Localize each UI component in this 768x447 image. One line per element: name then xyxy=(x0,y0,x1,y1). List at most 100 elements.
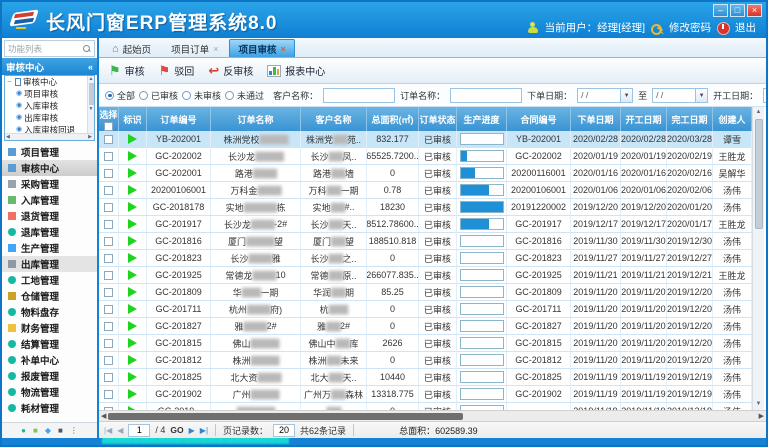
report-center-button[interactable]: 报表中心 xyxy=(267,63,325,78)
sidebar-module-2[interactable]: 采购管理 xyxy=(2,176,97,192)
table-row[interactable]: GC-201825北大资█████北大███天..10440已审核GC-2018… xyxy=(99,369,752,386)
sidebar-module-4[interactable]: 退货管理 xyxy=(2,208,97,224)
filter-radio-未通过[interactable]: 未通过 xyxy=(225,89,264,102)
prev-page-button[interactable]: ◀ xyxy=(117,426,123,435)
table-row[interactable]: GC-201809华████一期华润███期85.25已审核GC-2018092… xyxy=(99,284,752,301)
sidebar-module-16[interactable]: 耗材管理 xyxy=(2,400,97,416)
table-row[interactable]: GC-201812株洲██████株洲███未来0已审核GC-201812201… xyxy=(99,352,752,369)
table-row[interactable]: GC-201917长沙龙█████-2#长沙███天..8512.78600..… xyxy=(99,216,752,233)
scroll-right-icon[interactable]: ▶ xyxy=(759,412,764,420)
table-row[interactable]: GC-201925常德龙█████10常德███原..266077.835..已… xyxy=(99,267,752,284)
row-checkbox[interactable] xyxy=(104,288,113,297)
reject-button[interactable]: ⚑驳回 xyxy=(159,63,195,78)
go-button[interactable]: GO xyxy=(170,425,183,435)
table-row[interactable]: GC-201823长沙█████雅长沙███之..0已审核GC-20182320… xyxy=(99,250,752,267)
unapprove-button[interactable]: ↩反审核 xyxy=(208,63,253,78)
column-header-5[interactable]: 总面积(㎡) xyxy=(367,107,419,131)
column-header-10[interactable]: 开工日期 xyxy=(621,107,667,131)
row-checkbox[interactable] xyxy=(104,254,113,263)
vertical-scrollbar[interactable]: ▲ ▼ xyxy=(752,107,764,410)
first-page-button[interactable]: |◀ xyxy=(104,426,112,435)
cart-icon[interactable]: ■ xyxy=(33,427,38,435)
column-header-4[interactable]: 客户名称 xyxy=(301,107,367,131)
table-row[interactable]: GC-2019..███████████0已审核2019/11/192019/1… xyxy=(99,403,752,410)
row-checkbox[interactable] xyxy=(104,152,113,161)
dot-icon[interactable]: ● xyxy=(21,427,26,435)
table-row[interactable]: GC-201827雅█████2#雅███2#0已审核GC-2018272019… xyxy=(99,318,752,335)
order-date-to-input[interactable]: / / xyxy=(652,88,696,103)
filter-radio-已审核[interactable]: 已审核 xyxy=(139,89,178,102)
tree-vertical-scrollbar[interactable]: ▲▼ xyxy=(87,76,94,140)
scrollbar-thumb[interactable] xyxy=(755,119,763,229)
radio-icon[interactable] xyxy=(105,91,114,100)
column-header-7[interactable]: 生产进度 xyxy=(457,107,507,131)
book-icon[interactable]: ■ xyxy=(58,427,63,435)
hscrollbar-thumb[interactable] xyxy=(108,413,463,420)
more-icon[interactable]: ⋮ xyxy=(70,427,78,435)
chevron-down-icon[interactable]: ▼ xyxy=(696,88,708,103)
sidebar-module-5[interactable]: 退库管理 xyxy=(2,224,97,240)
logout-link[interactable]: 退出 xyxy=(735,20,756,35)
tree-item-1[interactable]: ◉入库审核 xyxy=(5,100,94,112)
order-date-from-input[interactable]: / / xyxy=(577,88,621,103)
sidebar-module-6[interactable]: 生产管理 xyxy=(2,240,97,256)
row-checkbox[interactable] xyxy=(104,135,113,144)
tree-expand-icon[interactable]: − xyxy=(7,76,13,88)
tree-root[interactable]: − 审核中心 xyxy=(5,76,94,88)
customer-name-input[interactable] xyxy=(323,88,395,103)
sidebar-module-3[interactable]: 入库管理 xyxy=(2,192,97,208)
table-row[interactable]: GC-201816厦门██████望厦门███望188510.818已审核GC-… xyxy=(99,233,752,250)
column-header-6[interactable]: 订单状态 xyxy=(419,107,457,131)
horizontal-scrollbar[interactable]: ◀ ▶ xyxy=(99,410,766,421)
last-page-button[interactable]: ▶| xyxy=(200,426,208,435)
close-button[interactable]: × xyxy=(747,4,762,17)
row-checkbox[interactable] xyxy=(104,356,113,365)
sidebar-module-12[interactable]: 结算管理 xyxy=(2,336,97,352)
table-row[interactable]: GC-201815佛山██████佛山中███库2626已审核GC-201815… xyxy=(99,335,752,352)
row-checkbox[interactable] xyxy=(104,322,113,331)
sidebar-module-11[interactable]: 财务管理 xyxy=(2,320,97,336)
row-checkbox[interactable] xyxy=(104,305,113,314)
sidebar-module-0[interactable]: 项目管理 xyxy=(2,144,97,160)
radio-icon[interactable] xyxy=(139,91,148,100)
approve-button[interactable]: ⚑审核 xyxy=(109,63,145,78)
column-header-11[interactable]: 完工日期 xyxy=(667,107,713,131)
table-row[interactable]: GC-201902广州██████广州万███森林13318.775已审核GC-… xyxy=(99,386,752,403)
sidebar-module-1[interactable]: 审核中心 xyxy=(2,160,97,176)
sidebar-module-13[interactable]: 补单中心 xyxy=(2,352,97,368)
tab-项目审核[interactable]: 项目审核× xyxy=(229,39,294,57)
radio-icon[interactable] xyxy=(182,91,191,100)
tree-item-2[interactable]: ◉出库审核 xyxy=(5,112,94,124)
row-checkbox[interactable] xyxy=(104,390,113,399)
table-row[interactable]: GC-201711杭州█████府)杭████0已审核GC-2017112019… xyxy=(99,301,752,318)
filter-radio-全部[interactable]: 全部 xyxy=(105,89,135,102)
column-header-0[interactable]: 选择 xyxy=(99,107,119,131)
minimize-button[interactable]: – xyxy=(713,4,728,17)
column-header-12[interactable]: 创建人 xyxy=(713,107,752,131)
tree-item-0[interactable]: ◉项目审核 xyxy=(5,88,94,100)
scroll-up-icon[interactable]: ▲ xyxy=(756,107,762,118)
row-checkbox[interactable] xyxy=(104,237,113,246)
column-header-2[interactable]: 订单编号 xyxy=(147,107,211,131)
row-checkbox[interactable] xyxy=(104,271,113,280)
row-checkbox[interactable] xyxy=(104,169,113,178)
page-size-input[interactable] xyxy=(273,424,295,437)
row-checkbox[interactable] xyxy=(104,186,113,195)
row-checkbox[interactable] xyxy=(104,220,113,229)
tab-起始页[interactable]: ⌂起始页 xyxy=(103,39,160,57)
table-row[interactable]: GC-202001路港█████路港███墙0已审核20200116001202… xyxy=(99,165,752,182)
column-header-3[interactable]: 订单名称 xyxy=(211,107,301,131)
table-row[interactable]: YB-202001株洲党校██████株洲党███苑..832.177已审核YB… xyxy=(99,131,752,148)
next-page-button[interactable]: ▶ xyxy=(189,426,195,435)
filter-radio-未审核[interactable]: 未审核 xyxy=(182,89,221,102)
close-tab-icon[interactable]: × xyxy=(213,44,218,54)
page-number-input[interactable] xyxy=(128,424,150,437)
column-header-9[interactable]: 下单日期 xyxy=(571,107,621,131)
chevron-down-icon[interactable]: ▼ xyxy=(621,88,633,103)
close-tab-icon[interactable]: × xyxy=(280,44,285,54)
table-row[interactable]: GC-202002长沙龙██████长沙███凤..65525.7200..已审… xyxy=(99,148,752,165)
tree-horizontal-scrollbar[interactable]: ◀▶ xyxy=(5,133,93,140)
radio-icon[interactable] xyxy=(225,91,234,100)
order-name-input[interactable] xyxy=(450,88,522,103)
sidebar-module-8[interactable]: 工地管理 xyxy=(2,272,97,288)
